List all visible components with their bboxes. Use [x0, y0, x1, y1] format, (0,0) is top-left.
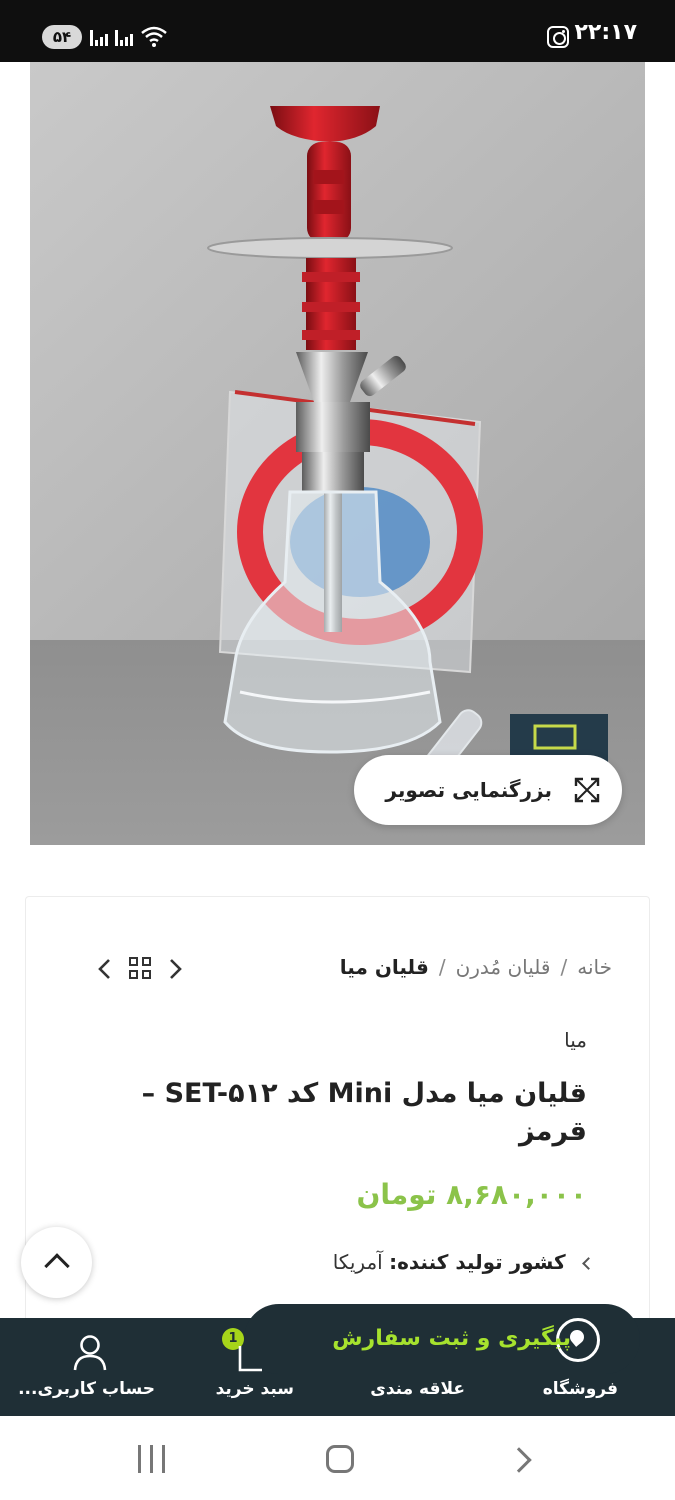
- breadcrumb-separator: /: [438, 955, 446, 979]
- grid-icon[interactable]: [129, 957, 153, 981]
- nav-item-account[interactable]: حساب کاربری...: [18, 1379, 155, 1399]
- chevron-up-icon: [44, 1253, 70, 1279]
- recents-icon[interactable]: [138, 1445, 166, 1473]
- whatsapp-order-label[interactable]: پیگیری و ثبت سفارش: [332, 1326, 571, 1351]
- expand-icon: [574, 777, 600, 803]
- breadcrumb: خانه / قلیان مُدرن / قلیان میا: [340, 955, 612, 979]
- spec-value: آمریکا: [332, 1250, 383, 1274]
- zoom-image-button[interactable]: بزرگنمایی تصویر: [354, 755, 622, 825]
- status-time: ۲۲:۱۷: [574, 20, 637, 45]
- zoom-image-label: بزرگنمایی تصویر: [385, 778, 552, 802]
- chevron-right-icon[interactable]: [168, 958, 184, 980]
- battery-indicator: ۵۴: [42, 25, 82, 49]
- signal-icon: [90, 28, 112, 46]
- wifi-icon: [141, 26, 167, 47]
- nav-item-store[interactable]: فروشگاه: [543, 1379, 618, 1399]
- product-image[interactable]: بزرگنمایی تصویر: [30, 62, 645, 845]
- hookah-photo: [30, 62, 645, 845]
- user-icon[interactable]: [72, 1334, 108, 1372]
- instagram-icon: [547, 26, 569, 48]
- nav-item-cart[interactable]: سبد خرید: [216, 1379, 294, 1399]
- spec-label: کشور تولید کننده:: [389, 1250, 566, 1274]
- product-brand[interactable]: میا: [564, 1028, 587, 1052]
- spec-row: کشور تولید کننده: آمریکا: [332, 1250, 595, 1274]
- breadcrumb-separator: /: [560, 955, 568, 979]
- signal-icon: [115, 28, 137, 46]
- scroll-to-top-button[interactable]: [21, 1227, 92, 1298]
- chevron-left-icon[interactable]: [96, 958, 112, 980]
- cart-icon[interactable]: [234, 1344, 266, 1374]
- product-title: قلیان میا مدل Mini کد SET-۵۱۲ – قرمز: [141, 1078, 587, 1147]
- breadcrumb-category[interactable]: قلیان مُدرن: [456, 955, 551, 979]
- product-price: ۸,۶۸۰,۰۰۰ تومان: [356, 1178, 587, 1211]
- chevron-left-icon: [582, 1257, 595, 1270]
- nav-item-wishlist[interactable]: علاقه مندی: [370, 1379, 465, 1399]
- status-bar: ۲۲:۱۷ ۵۴: [0, 0, 675, 62]
- breadcrumb-current[interactable]: قلیان میا: [340, 955, 429, 979]
- product-navigation: [96, 956, 188, 982]
- breadcrumb-home[interactable]: خانه: [577, 955, 612, 979]
- home-icon[interactable]: [326, 1445, 354, 1473]
